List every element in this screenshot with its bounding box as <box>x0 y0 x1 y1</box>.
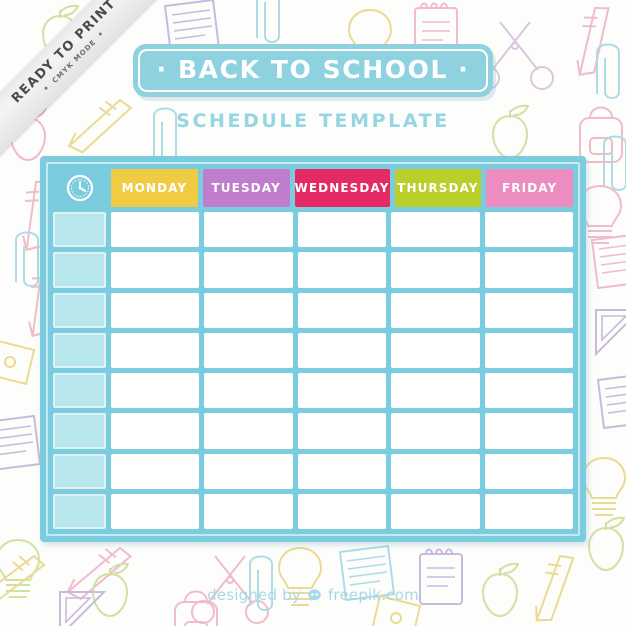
day-header-tuesday[interactable]: TUESDAY <box>202 169 290 207</box>
day-header-label: FRIDAY <box>502 181 558 195</box>
day-header-thursday[interactable]: THURSDAY <box>394 169 482 207</box>
schedule-cell[interactable] <box>297 453 387 489</box>
footer-brand-label: freepik.com <box>327 586 419 604</box>
schedule-cell[interactable] <box>204 292 293 328</box>
schedule-row <box>53 453 574 489</box>
schedule-cell[interactable] <box>391 292 480 328</box>
schedule-cell[interactable] <box>484 493 574 529</box>
time-slot-cell[interactable] <box>53 292 106 328</box>
schedule-cell[interactable] <box>204 453 293 489</box>
time-slot-cell[interactable] <box>53 332 106 368</box>
schedule-row <box>53 252 574 288</box>
schedule-cell[interactable] <box>297 332 387 368</box>
schedule-row <box>53 332 574 368</box>
ready-to-print-ribbon: READY TO PRINT CMYK MODE <box>0 0 175 175</box>
schedule-cell[interactable] <box>297 292 387 328</box>
schedule-cell[interactable] <box>297 252 387 288</box>
schedule-row <box>53 493 574 529</box>
schedule-cell[interactable] <box>111 373 200 409</box>
day-header-label: MONDAY <box>121 181 188 195</box>
schedule-row <box>53 413 574 449</box>
time-slot-cell[interactable] <box>53 373 106 409</box>
schedule-cell[interactable] <box>111 252 200 288</box>
day-header-label: WEDNESDAY <box>294 181 390 195</box>
schedule-cell[interactable] <box>484 413 574 449</box>
schedule-cell[interactable] <box>484 212 574 248</box>
ribbon-primary-label: READY TO PRINT <box>8 0 120 107</box>
schedule-cell[interactable] <box>391 252 480 288</box>
schedule-cell[interactable] <box>111 292 200 328</box>
ribbon-band: READY TO PRINT CMYK MODE <box>0 0 167 164</box>
clock-icon <box>66 174 93 202</box>
schedule-cell[interactable] <box>391 373 480 409</box>
schedule-cell[interactable] <box>204 373 293 409</box>
schedule-cell[interactable] <box>484 332 574 368</box>
schedule-cell[interactable] <box>484 292 574 328</box>
title-banner: · BACK TO SCHOOL · <box>132 44 494 97</box>
day-header-wednesday[interactable]: WEDNESDAY <box>294 169 390 207</box>
schedule-cell[interactable] <box>391 332 480 368</box>
footer-credit: designed by freepik.com <box>0 586 626 604</box>
footer-designed-by-label: designed by <box>207 586 301 604</box>
schedule-cell[interactable] <box>391 212 480 248</box>
freepik-logo-icon <box>308 589 321 601</box>
page-title: · BACK TO SCHOOL · <box>156 55 470 84</box>
schedule-row <box>53 373 574 409</box>
schedule-cell[interactable] <box>297 373 387 409</box>
schedule-cell[interactable] <box>204 252 293 288</box>
schedule-cell[interactable] <box>484 453 574 489</box>
schedule-cell[interactable] <box>297 212 387 248</box>
schedule-cell[interactable] <box>297 413 387 449</box>
time-slot-cell[interactable] <box>53 212 106 248</box>
schedule-cell[interactable] <box>484 373 574 409</box>
schedule-cell[interactable] <box>297 493 387 529</box>
schedule-grid: MONDAY TUESDAY WEDNESDAY THURSDAY FRIDAY <box>53 169 574 529</box>
schedule-cell[interactable] <box>391 453 480 489</box>
schedule-cell[interactable] <box>111 212 200 248</box>
schedule-row <box>53 292 574 328</box>
time-slot-cell[interactable] <box>53 413 106 449</box>
schedule-table-card: MONDAY TUESDAY WEDNESDAY THURSDAY FRIDAY <box>40 156 586 542</box>
schedule-table-inner-frame: MONDAY TUESDAY WEDNESDAY THURSDAY FRIDAY <box>46 162 580 536</box>
schedule-cell[interactable] <box>204 413 293 449</box>
time-slot-cell[interactable] <box>53 493 106 529</box>
schedule-cell[interactable] <box>204 493 293 529</box>
schedule-cell[interactable] <box>391 493 480 529</box>
title-banner-inner-border: · BACK TO SCHOOL · <box>137 49 489 92</box>
schedule-cell[interactable] <box>111 453 200 489</box>
schedule-cell[interactable] <box>111 413 200 449</box>
schedule-cell[interactable] <box>204 332 293 368</box>
schedule-cell[interactable] <box>111 493 200 529</box>
time-slot-cell[interactable] <box>53 453 106 489</box>
time-slot-cell[interactable] <box>53 252 106 288</box>
day-header-label: THURSDAY <box>397 181 479 195</box>
schedule-cell[interactable] <box>111 332 200 368</box>
schedule-cell[interactable] <box>484 252 574 288</box>
schedule-cell[interactable] <box>204 212 293 248</box>
schedule-cell[interactable] <box>391 413 480 449</box>
day-header-label: TUESDAY <box>211 181 281 195</box>
schedule-row <box>53 212 574 248</box>
day-header-friday[interactable]: FRIDAY <box>486 169 574 207</box>
